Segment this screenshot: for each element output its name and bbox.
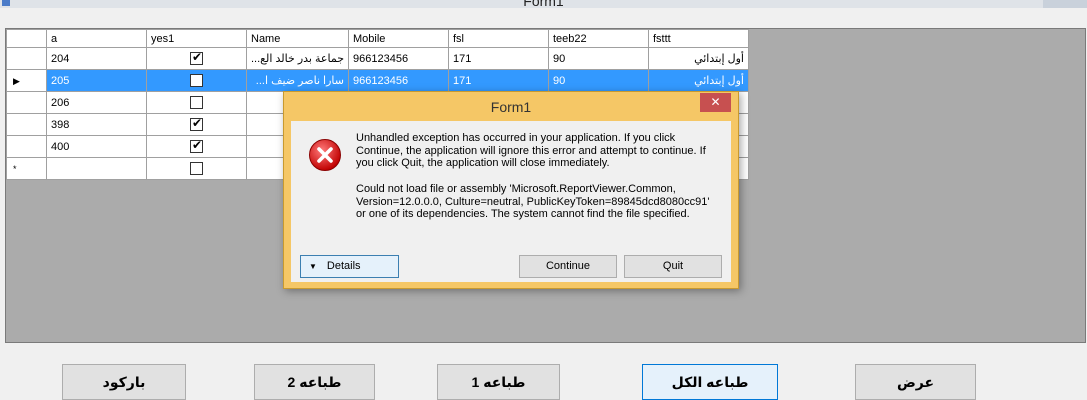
- column-header-mobile[interactable]: Mobile: [348, 29, 449, 48]
- cell-mobile[interactable]: 966123456: [348, 69, 449, 92]
- row-header[interactable]: ▶: [6, 69, 47, 92]
- checkbox[interactable]: [190, 162, 203, 175]
- cell-name[interactable]: سارا ناصر ضيف ا...: [246, 69, 349, 92]
- column-header-fsttt[interactable]: fsttt: [648, 29, 749, 48]
- cell-fsl[interactable]: 171: [448, 47, 549, 70]
- checkbox[interactable]: [190, 74, 203, 87]
- row-header[interactable]: [6, 113, 47, 136]
- table-row-selected[interactable]: ▶ 205 سارا ناصر ضيف ا... 966123456 171 9…: [6, 69, 749, 92]
- cell-fsl[interactable]: 171: [448, 69, 549, 92]
- cell-fsttt[interactable]: أول إبتدائي: [648, 47, 749, 70]
- details-label: Details: [326, 260, 361, 272]
- view-button[interactable]: عرض: [855, 364, 976, 400]
- cell-teeb22[interactable]: 90: [548, 47, 649, 70]
- cell-a[interactable]: 204: [46, 47, 147, 70]
- row-header[interactable]: [6, 91, 47, 114]
- cell-yes1[interactable]: [146, 113, 247, 136]
- barcode-button[interactable]: باركود: [62, 364, 186, 400]
- dialog-close-button[interactable]: ✕: [700, 93, 731, 112]
- column-header-a[interactable]: a: [46, 29, 147, 48]
- row-header[interactable]: [6, 47, 47, 70]
- column-header-fsl[interactable]: fsl: [448, 29, 549, 48]
- main-title-bar[interactable]: Form1: [0, 0, 1087, 8]
- dialog-body: Unhandled exception has occurred in your…: [291, 121, 731, 282]
- cell-a[interactable]: 206: [46, 91, 147, 114]
- dialog-title-bar[interactable]: Form1 ✕: [284, 92, 738, 120]
- header-row: a yes1 Name Mobile fsl teeb22 fsttt: [6, 29, 749, 48]
- cell-a[interactable]: 400: [46, 135, 147, 158]
- checkbox[interactable]: [190, 116, 203, 131]
- column-header-yes1[interactable]: yes1: [146, 29, 247, 48]
- current-row-icon: ▶: [13, 75, 20, 86]
- cell-yes1[interactable]: [146, 157, 247, 180]
- column-header-teeb22[interactable]: teeb22: [548, 29, 649, 48]
- continue-button[interactable]: Continue: [519, 255, 617, 278]
- checkbox[interactable]: [190, 50, 203, 65]
- main-window: Form1 a yes1 Name Mobile fsl teeb22 fstt…: [0, 0, 1087, 400]
- cell-yes1[interactable]: [146, 91, 247, 114]
- checkbox[interactable]: [190, 138, 203, 153]
- error-dialog: Form1 ✕ Unhandled exception has occurred…: [283, 91, 739, 289]
- quit-button[interactable]: Quit: [624, 255, 722, 278]
- print-2-button[interactable]: طباعه 2: [254, 364, 375, 400]
- cell-a[interactable]: [46, 157, 147, 180]
- cell-yes1[interactable]: [146, 135, 247, 158]
- cell-a[interactable]: 205: [46, 69, 147, 92]
- chevron-down-icon: ▼: [309, 262, 317, 271]
- main-window-title: Form1: [523, 0, 564, 8]
- cell-fsttt[interactable]: أول إبتدائي: [648, 69, 749, 92]
- cell-yes1[interactable]: [146, 69, 247, 92]
- column-header-name[interactable]: Name: [246, 29, 349, 48]
- print-1-button[interactable]: طباعه 1: [437, 364, 560, 400]
- print-all-button[interactable]: طباعه الكل: [642, 364, 778, 400]
- main-close-button[interactable]: [1043, 0, 1087, 8]
- error-icon: [309, 139, 341, 171]
- checkbox[interactable]: [190, 96, 203, 109]
- row-header[interactable]: *: [6, 157, 47, 180]
- cell-name[interactable]: جماعة بدر خالد الع...: [246, 47, 349, 70]
- grid-corner[interactable]: [6, 29, 47, 48]
- dialog-title: Form1: [490, 99, 532, 115]
- cell-mobile[interactable]: 966123456: [348, 47, 449, 70]
- row-header[interactable]: [6, 135, 47, 158]
- dialog-message: Unhandled exception has occurred in your…: [356, 132, 706, 169]
- table-row[interactable]: 204 جماعة بدر خالد الع... 966123456 171 …: [6, 47, 749, 70]
- cell-a[interactable]: 398: [46, 113, 147, 136]
- cell-teeb22[interactable]: 90: [548, 69, 649, 92]
- details-button[interactable]: ▼ Details: [300, 255, 399, 278]
- new-row-marker: *: [13, 163, 17, 174]
- dialog-error-detail: Could not load file or assembly 'Microso…: [356, 183, 710, 220]
- cell-yes1[interactable]: [146, 47, 247, 70]
